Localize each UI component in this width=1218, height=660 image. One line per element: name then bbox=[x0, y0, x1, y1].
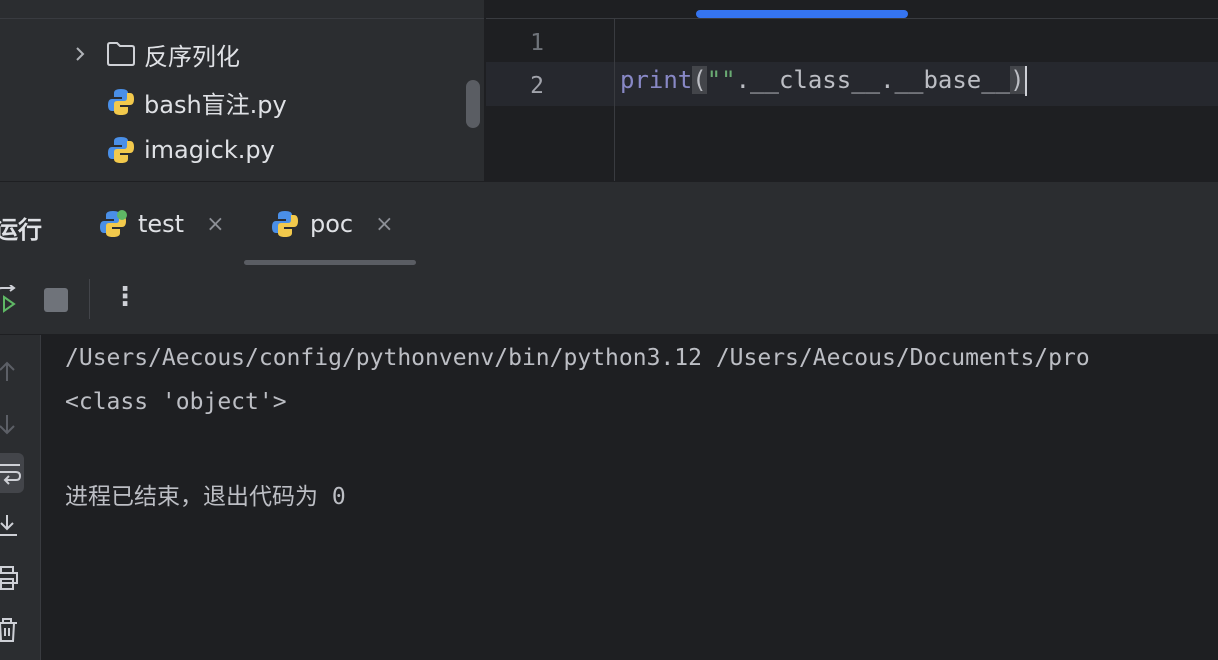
console-line: /Users/Aecous/config/pythonvenv/bin/pyth… bbox=[65, 345, 1090, 371]
rerun-icon[interactable] bbox=[0, 285, 22, 315]
console-side-toolbar bbox=[0, 335, 41, 660]
code-paren-open: ( bbox=[692, 66, 707, 94]
tree-item-label: bash盲注.py bbox=[144, 90, 287, 119]
scroll-down-icon[interactable] bbox=[0, 411, 20, 437]
code-line[interactable]: print("".__class__.__base__) bbox=[620, 66, 1027, 96]
code-editor[interactable]: 1 2 print("".__class__.__base__) bbox=[486, 0, 1218, 181]
soft-wrap-icon bbox=[0, 464, 22, 485]
tree-scrollbar[interactable] bbox=[466, 80, 480, 128]
python-file-icon bbox=[108, 89, 134, 115]
run-tool-window-header: 运行 test × poc × bbox=[0, 181, 1218, 266]
tree-item-label: imagick.py bbox=[144, 136, 275, 164]
tree-item-label: 反序列化 bbox=[144, 42, 240, 71]
run-tab-label: poc bbox=[310, 210, 354, 238]
trash-icon[interactable] bbox=[0, 617, 20, 643]
code-paren-close: ) bbox=[1010, 66, 1025, 94]
line-number: 1 bbox=[530, 30, 544, 56]
scroll-to-end-icon[interactable] bbox=[0, 513, 20, 539]
stop-icon[interactable] bbox=[44, 288, 68, 312]
close-icon[interactable]: × bbox=[206, 212, 224, 237]
more-options-icon[interactable]: ⋮ bbox=[112, 282, 138, 312]
gutter-divider bbox=[614, 18, 615, 181]
tree-item-file[interactable]: bash盲注.py bbox=[0, 80, 470, 124]
toolbar-separator bbox=[89, 279, 90, 319]
python-file-icon bbox=[108, 137, 134, 163]
tree-item-file[interactable]: imagick.py bbox=[0, 128, 470, 172]
console-line: 进程已结束，退出代码为 0 bbox=[65, 484, 346, 510]
line-number-gutter: 1 2 bbox=[486, 18, 614, 181]
tree-top-divider bbox=[0, 18, 484, 19]
run-panel-title: 运行 bbox=[0, 216, 42, 244]
line-number: 2 bbox=[530, 73, 544, 99]
python-run-icon bbox=[100, 210, 127, 237]
text-caret bbox=[1024, 66, 1027, 96]
folder-icon bbox=[107, 42, 135, 66]
tree-item-folder[interactable]: 反序列化 bbox=[0, 32, 470, 76]
print-icon[interactable] bbox=[0, 565, 20, 591]
project-tree: 反序列化 bash盲注.py imagick.py bbox=[0, 0, 484, 181]
run-tab-poc[interactable]: poc × bbox=[270, 204, 394, 244]
editor-horizontal-scrollbar[interactable] bbox=[696, 10, 908, 18]
run-tab-label: test bbox=[138, 210, 185, 238]
python-run-icon bbox=[272, 211, 298, 237]
code-function: print bbox=[620, 66, 693, 94]
console-line: <class 'object'> bbox=[65, 389, 287, 415]
close-icon[interactable]: × bbox=[375, 212, 393, 237]
scroll-up-icon[interactable] bbox=[0, 359, 20, 385]
code-attribute: .__class__.__base__ bbox=[735, 66, 1011, 94]
chevron-right-icon[interactable] bbox=[70, 44, 90, 64]
soft-wrap-toggle[interactable] bbox=[0, 453, 24, 493]
run-tab-test[interactable]: test × bbox=[98, 204, 225, 244]
code-string: "" bbox=[706, 66, 736, 94]
console-output[interactable]: /Users/Aecous/config/pythonvenv/bin/pyth… bbox=[41, 335, 1218, 660]
run-toolbar: ⋮ bbox=[0, 265, 1218, 335]
